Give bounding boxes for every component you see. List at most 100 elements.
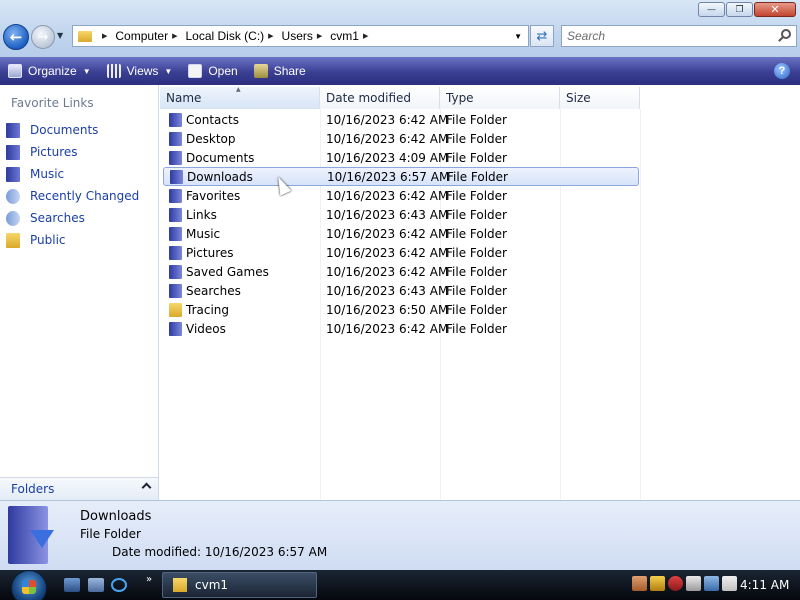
file-name: Contacts [186,112,239,127]
fav-item-public[interactable]: Public [6,229,139,251]
clock[interactable]: 4:11 AM [740,578,789,592]
forward-button[interactable]: → [31,25,55,49]
breadcrumb-arrow-icon[interactable]: ▶ [172,32,177,40]
folder-icon [173,578,187,592]
column-type[interactable]: Type [440,87,560,109]
file-name: Favorites [186,188,241,203]
search-icon[interactable] [781,29,791,39]
taskbar-item-label: cvm1 [195,578,229,592]
table-row[interactable]: Links 10/16/2023 6:43 AM File Folder [163,205,639,224]
tray-app-icon[interactable] [632,576,647,591]
column-name-label: Name [166,91,202,105]
fav-item-pictures[interactable]: Pictures [6,141,139,163]
file-name: Tracing [186,302,230,317]
column-date-label: Date modified [326,91,412,105]
refresh-button[interactable]: ⇄ [530,25,554,47]
recent-pages-dropdown[interactable]: ▼ [57,31,63,40]
organize-button[interactable]: Organize ▼ [8,64,91,78]
switch-windows-icon[interactable] [88,578,104,592]
folder-icon [78,30,92,42]
table-row[interactable]: Documents 10/16/2023 4:09 AM File Folder [163,148,639,167]
file-name: Downloads [187,169,253,184]
table-row[interactable]: Videos 10/16/2023 6:42 AM File Folder [163,319,639,338]
breadcrumb-arrow-icon[interactable]: ▶ [317,32,322,40]
breadcrumb-computer[interactable]: Computer [115,29,168,43]
folder-icon [169,226,182,241]
taskbar: » cvm1 4:11 AM [0,570,800,600]
table-row[interactable]: Favorites 10/16/2023 6:42 AM File Folder [163,186,639,205]
volume-muted-icon[interactable] [722,576,737,591]
column-name[interactable]: ▲ Name [160,86,320,109]
folder-icon [169,264,182,279]
breadcrumb-arrow-icon[interactable]: ▶ [102,32,107,40]
search-input[interactable]: Search [561,25,797,47]
title-bar: — ❐ ✕ ← → ▼ ▶ Computer ▶ Local Disk (C:)… [0,0,800,57]
sort-arrow-icon: ▲ [236,86,241,93]
folder-icon [170,169,183,184]
start-button[interactable] [11,570,47,600]
breadcrumb-cvm1[interactable]: cvm1 [330,29,359,43]
file-date: 10/16/2023 6:42 AM [326,321,449,336]
fav-item-searches[interactable]: Searches [6,207,139,229]
column-header: ▲ Name Date modified Type Size [160,86,640,109]
fav-item-label: Pictures [30,145,78,159]
network-icon[interactable] [704,576,719,591]
internet-explorer-icon[interactable] [111,578,127,592]
download-arrow-icon [30,530,54,548]
breadcrumb-arrow-icon[interactable]: ▶ [363,32,368,40]
open-button[interactable]: Open [188,64,238,78]
folders-toggle[interactable]: Folders [0,477,158,500]
tray-alert-icon[interactable] [668,576,683,591]
refresh-icon: ⇄ [536,28,548,44]
searches-icon [6,210,20,226]
share-label: Share [273,64,306,78]
chevron-down-icon[interactable]: ▼ [164,67,172,76]
details-date-modified: Date modified: 10/16/2023 6:57 AM [112,545,328,559]
show-desktop-icon[interactable] [64,578,80,592]
column-size[interactable]: Size [560,87,640,109]
details-pane: Downloads File Folder Date modified: 10/… [0,500,800,570]
address-bar[interactable]: ▶ Computer ▶ Local Disk (C:) ▶ Users ▶ c… [72,25,529,47]
security-shield-icon[interactable] [650,576,665,591]
fav-item-documents[interactable]: Documents [6,119,139,141]
close-button[interactable]: ✕ [754,2,796,17]
table-row[interactable]: Tracing 10/16/2023 6:50 AM File Folder [163,300,639,319]
tray-device-icon[interactable] [686,576,701,591]
taskbar-item-cvm1[interactable]: cvm1 [162,572,317,598]
breadcrumb-arrow-icon[interactable]: ▶ [268,32,273,40]
file-rows: Contacts 10/16/2023 6:42 AM File Folder Des… [163,110,639,338]
open-label: Open [208,64,238,78]
column-type-label: Type [446,91,474,105]
quick-launch-more[interactable]: » [146,574,152,585]
breadcrumb-users[interactable]: Users [282,29,313,43]
fav-item-label: Searches [30,211,85,225]
breadcrumb-local-disk[interactable]: Local Disk (C:) [185,29,264,43]
share-button[interactable]: Share [253,64,306,78]
back-button[interactable]: ← [3,24,29,50]
fav-item-recently-changed[interactable]: Recently Changed [6,185,139,207]
table-row[interactable]: Desktop 10/16/2023 6:42 AM File Folder [163,129,639,148]
views-button[interactable]: Views ▼ [106,64,172,78]
folder-icon [169,188,182,203]
help-icon[interactable]: ? [774,63,790,79]
organize-label: Organize [28,64,77,78]
column-date-modified[interactable]: Date modified [320,87,440,109]
file-date: 10/16/2023 6:42 AM [326,264,449,279]
file-type: File Folder [446,226,507,241]
table-row[interactable]: Downloads 10/16/2023 6:57 AM File Folder [163,167,639,186]
table-row[interactable]: Contacts 10/16/2023 6:42 AM File Folder [163,110,639,129]
file-type: File Folder [446,321,507,336]
address-dropdown-icon[interactable]: ▼ [514,32,522,41]
windows-logo-icon [22,580,36,594]
folder-icon [169,112,182,127]
table-row[interactable]: Pictures 10/16/2023 6:42 AM File Folder [163,243,639,262]
maximize-button[interactable]: ❐ [726,2,753,17]
file-name: Videos [186,321,226,336]
fav-item-music[interactable]: Music [6,163,139,185]
folder-icon [169,207,182,222]
table-row[interactable]: Searches 10/16/2023 6:43 AM File Folder [163,281,639,300]
minimize-button[interactable]: — [698,2,725,17]
table-row[interactable]: Music 10/16/2023 6:42 AM File Folder [163,224,639,243]
file-date: 10/16/2023 6:42 AM [326,226,449,241]
table-row[interactable]: Saved Games 10/16/2023 6:42 AM File Folder [163,262,639,281]
